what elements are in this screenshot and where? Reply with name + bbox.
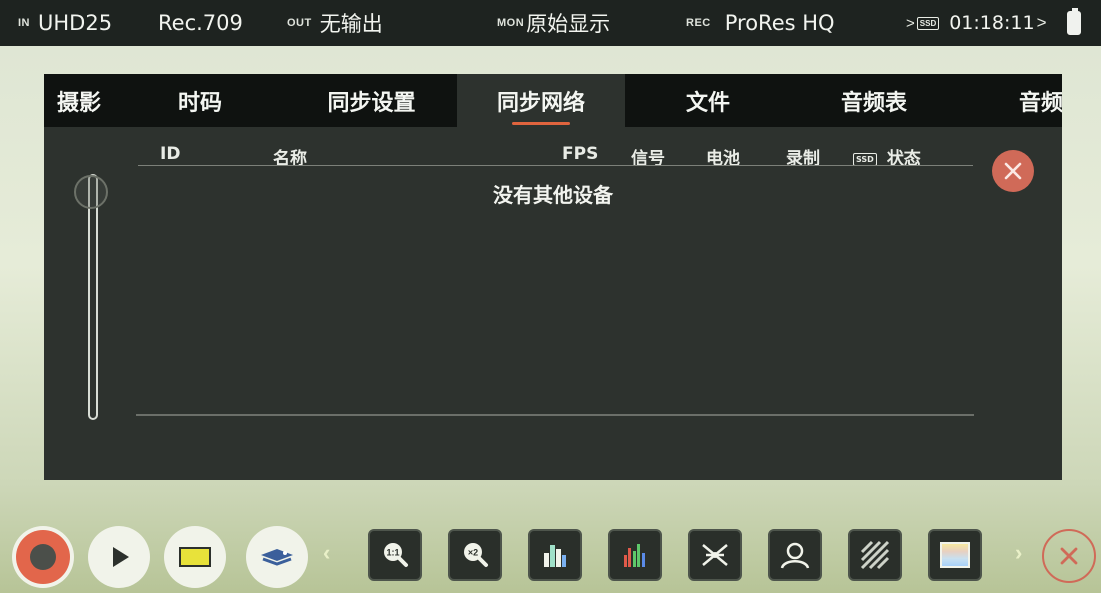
waveform-button[interactable] xyxy=(528,529,582,581)
col-header-fps: FPS xyxy=(562,144,599,164)
zoom-1to1-icon: 1:1 xyxy=(384,543,408,567)
tab-bar: 摄影 时码 同步设置 同步网络 文件 音频表 音频 xyxy=(44,74,1062,127)
zoom-2x-icon: ×2 xyxy=(464,543,488,567)
close-panel-button[interactable] xyxy=(992,150,1034,192)
tab-timecode[interactable]: 时码 xyxy=(144,74,256,127)
table-bottom-divider xyxy=(136,414,974,416)
tab-camera-label: 摄影 xyxy=(56,90,101,116)
tab-sync-network[interactable]: 同步网络 xyxy=(457,74,625,127)
tag-icon xyxy=(261,549,293,566)
timecode-value: 01:18:11 xyxy=(949,12,1035,34)
zebra-button[interactable] xyxy=(848,529,902,581)
scrollbar-knob[interactable] xyxy=(74,175,108,209)
frame-guide-icon xyxy=(179,547,211,567)
ssd-icon: SSD xyxy=(916,16,940,30)
network-button[interactable] xyxy=(688,529,742,581)
play-button[interactable] xyxy=(88,526,150,588)
colorspace-value: Rec.709 xyxy=(158,11,243,35)
tab-audio-meters[interactable]: 音频表 xyxy=(804,74,944,127)
table-header-divider xyxy=(138,165,973,166)
ssd-column-icon: SSD xyxy=(853,152,877,166)
media-timecode-indicator[interactable]: > SSD 01:18:11 > xyxy=(906,0,1047,46)
close-icon xyxy=(1060,547,1078,565)
focus-peaking-icon xyxy=(780,542,810,569)
record-format-indicator[interactable]: REC ProRes HQ xyxy=(686,0,835,46)
output-value: 无输出 xyxy=(319,12,383,36)
tab-camera[interactable]: 摄影 xyxy=(44,74,134,127)
tab-timecode-label: 时码 xyxy=(177,90,222,116)
color-bars-icon xyxy=(940,542,970,568)
histogram-button[interactable] xyxy=(608,529,662,581)
exit-button[interactable] xyxy=(1042,529,1096,583)
rec-tag: REC xyxy=(686,17,711,29)
play-icon xyxy=(113,547,129,567)
tab-files-label: 文件 xyxy=(685,90,730,116)
tab-sync-network-label: 同步网络 xyxy=(496,90,585,116)
record-icon xyxy=(30,544,56,570)
scrollbar-track[interactable] xyxy=(88,174,98,420)
status-bar: IN UHD25 Rec.709 OUT 无输出 MON 原始显示 REC Pr… xyxy=(0,0,1101,46)
toolbar-prev-arrow[interactable]: ‹ xyxy=(323,540,330,566)
tab-audio[interactable]: 音频 xyxy=(999,74,1062,127)
settings-panel: 摄影 时码 同步设置 同步网络 文件 音频表 音频 ID 名称 FPS 信号 电… xyxy=(44,74,1062,480)
input-format: UHD25 xyxy=(38,11,113,35)
focus-peaking-button[interactable] xyxy=(768,529,822,581)
monitor-indicator[interactable]: MON 原始显示 xyxy=(497,0,610,46)
in-tag: IN xyxy=(18,17,30,29)
zoom-2x-button[interactable]: ×2 xyxy=(448,529,502,581)
timecode-arrow: > xyxy=(1036,13,1047,32)
tab-sync-settings[interactable]: 同步设置 xyxy=(289,74,454,127)
tab-audio-meters-label: 音频表 xyxy=(840,90,907,116)
record-format-value: ProRes HQ xyxy=(724,11,835,35)
close-icon xyxy=(1004,162,1022,180)
col-header-id: ID xyxy=(160,144,181,164)
zoom-1to1-button[interactable]: 1:1 xyxy=(368,529,422,581)
tab-audio-label: 音频 xyxy=(1019,90,1062,116)
record-button[interactable] xyxy=(12,526,74,588)
colorspace-indicator[interactable]: Rec.709 xyxy=(158,0,243,46)
empty-list-message: 没有其他设备 xyxy=(493,183,613,207)
tag-button[interactable] xyxy=(246,526,308,588)
col-header-status-label: 状态 xyxy=(886,149,921,169)
input-indicator[interactable]: IN UHD25 xyxy=(18,0,112,46)
histogram-icon xyxy=(624,544,645,567)
media-arrow: > xyxy=(906,14,915,32)
mon-tag: MON xyxy=(497,17,525,29)
battery-icon xyxy=(1067,8,1081,35)
out-tag: OUT xyxy=(287,17,312,29)
active-tab-indicator xyxy=(512,122,570,125)
svg-text:1:1: 1:1 xyxy=(386,548,399,558)
tab-files[interactable]: 文件 xyxy=(652,74,764,127)
toolbar-next-arrow[interactable]: › xyxy=(1015,540,1022,566)
network-icon xyxy=(702,544,728,566)
zebra-icon xyxy=(860,540,890,570)
color-bars-button[interactable] xyxy=(928,529,982,581)
monitor-mode-button[interactable] xyxy=(164,526,226,588)
monitor-value: 原始显示 xyxy=(526,12,611,36)
tab-sync-settings-label: 同步设置 xyxy=(327,90,416,116)
svg-text:×2: ×2 xyxy=(468,548,478,558)
output-indicator[interactable]: OUT 无输出 xyxy=(287,0,383,46)
waveform-icon xyxy=(544,545,566,567)
